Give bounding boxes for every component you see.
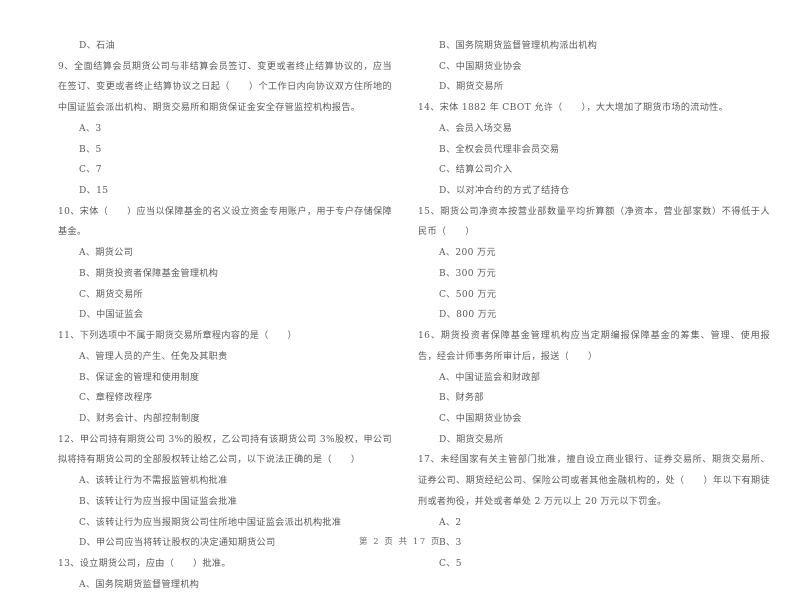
question-stem: 13、设立期货公司，应由（ ）批准。 [58,558,231,569]
answer-option: A、3 [79,123,102,134]
answer-option: A、期货公司 [79,248,134,259]
right-column: B、国务院期货监督管理机构派出机构 C、中国期货业协会 D、期货交易所 14、宋体 1… [400,36,800,575]
answer-option: C、结算公司介入 [439,165,513,176]
answer-option: B、财务部 [439,393,484,404]
answer-option: B、该转让行为应当报中国证监会批准 [79,496,238,507]
answer-option: B、300 万元 [439,268,497,279]
answer-option: A、2 [439,517,462,528]
question-stem: 16、期货投资者保障基金管理机构应当定期编报保障基金的筹集、管理、使用报告，经会… [418,331,770,362]
answer-option: C、中国期货业协会 [439,413,522,424]
question-stem: 12、甲公司持有期货公司 3%的股权，乙公司持有该期货公司 3%股权，甲公司拟将… [58,434,392,466]
answer-option: D、财务会计、内部控制制度 [79,413,200,424]
answer-option: C、章程修改程序 [79,393,153,404]
left-column: D、石油 9、全面结算会员期货公司与非结算会员签订、变更或者终止结算协议的，应当在… [0,36,400,595]
page-footer: 第 2 页 共 17 页 [359,536,441,546]
answer-option: D、中国证监会 [79,310,144,321]
question-stem: 9、全面结算会员期货公司与非结算会员签订、变更或者终止结算协议的，应当在签订、变… [58,61,392,114]
answer-option: B、5 [79,144,102,155]
answer-option: A、该转让行为不需报监管机构批准 [79,476,228,487]
answer-option: C、期货交易所 [79,289,143,300]
answer-option: B、全权会员代理非会员交易 [439,144,560,155]
answer-option: C、500 万元 [439,289,497,300]
answer-option: A、管理人员的产生、任免及其职责 [79,351,228,362]
answer-option: A、国务院期货监督管理机构 [79,579,200,590]
answer-option: D、800 万元 [439,310,497,321]
question-stem: 14、宋体 1882 年 CBOT 允许（ ），大大增加了期货市场的流动性。 [418,103,729,114]
answer-option: D、15 [79,186,109,197]
question-stem: 17、未经国家有关主管部门批准，擅自设立商业银行、证券交易所、期货交易所、证券公… [418,455,770,507]
answer-option: D、期货交易所 [439,434,504,445]
answer-option: D、石油 [79,41,115,51]
answer-option: A、会员入场交易 [439,123,513,134]
answer-option: C、5 [439,558,462,569]
answer-option: C、该转让行为应当报期货公司住所地中国证监会派出机构批准 [79,517,342,528]
question-stem: 10、宋体（ ）应当以保障基金的名义设立资金专用账户，用于专户存储保障基金。 [58,206,392,238]
question-stem: 11、下列选项中不属于期货交易所章程内容的是（ ） [58,331,297,342]
answer-option: B、保证金的管理和使用制度 [79,372,200,383]
answer-option: B、期货投资者保障基金管理机构 [79,268,219,279]
answer-option: C、7 [79,165,102,176]
exam-page: D、石油 9、全面结算会员期货公司与非结算会员签订、变更或者终止结算协议的，应当在… [0,0,800,590]
question-stem: 15、期货公司净资本按营业部数量平均折算额（净资本，营业部家数）不得低于人民币（… [418,206,770,238]
answer-option: D、以对冲合约的方式了结持仓 [439,186,570,197]
answer-option: A、200 万元 [439,248,496,259]
answer-option: B、国务院期货监督管理机构派出机构 [439,41,598,51]
answer-option: A、中国证监会和财政部 [439,372,541,383]
answer-option: D、期货交易所 [439,82,504,93]
answer-option: C、中国期货业协会 [439,61,522,72]
two-column-body: D、石油 9、全面结算会员期货公司与非结算会员签订、变更或者终止结算协议的，应当在… [0,36,800,590]
